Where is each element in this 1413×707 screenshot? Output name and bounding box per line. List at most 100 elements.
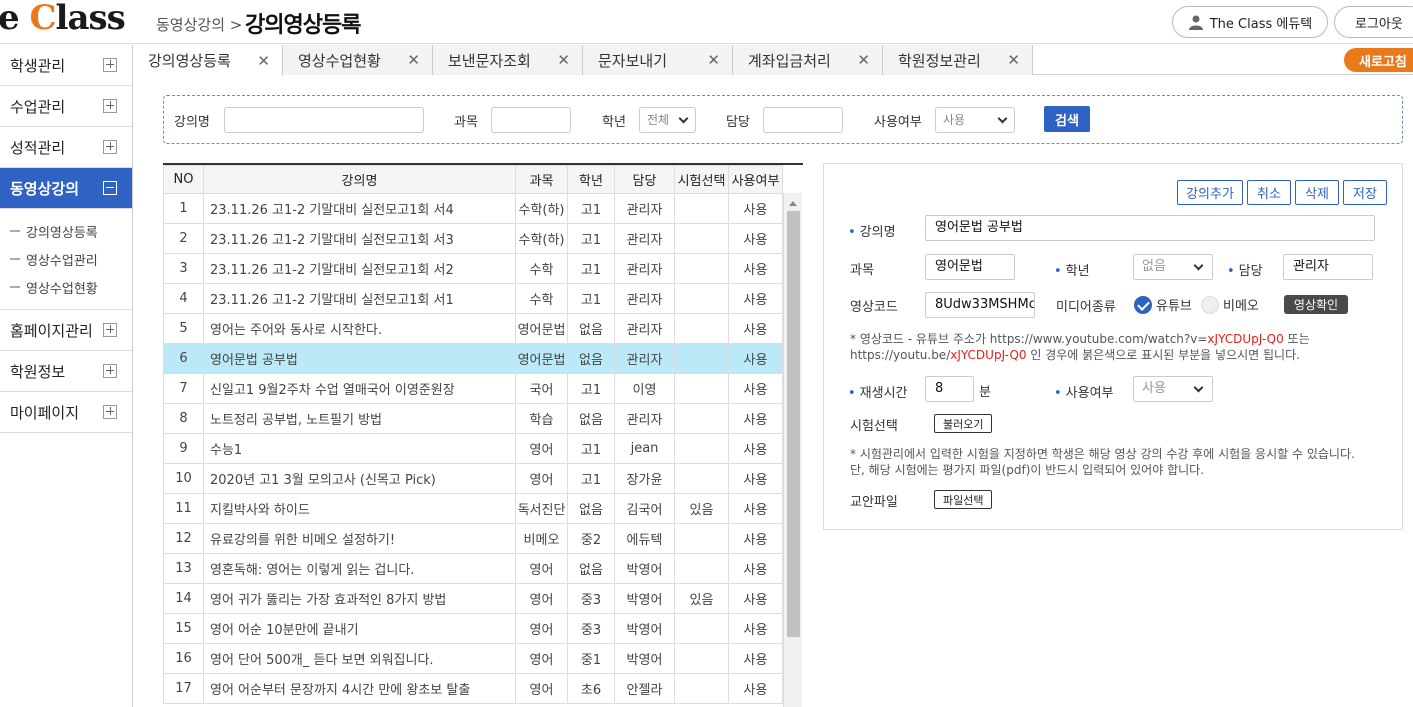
table-row[interactable]: 17 영어 어순부터 문장까지 4시간 만에 왕초보 탈출 영어 초6 안젤라 사용 <box>163 673 783 704</box>
column-header-exam[interactable]: 시험선택 <box>674 165 729 194</box>
column-header-subject[interactable]: 과목 <box>515 165 568 194</box>
sidebar-item-students[interactable]: 학생관리 <box>0 45 132 86</box>
sidebar-item-video-lectures[interactable]: 동영상강의 <box>0 168 132 209</box>
delete-button[interactable]: 삭제 <box>1295 180 1339 205</box>
expand-icon <box>103 58 117 72</box>
scrollbar-thumb[interactable] <box>787 211 800 637</box>
close-icon[interactable]: ✕ <box>257 52 270 70</box>
grade-label: • 학년 <box>1054 264 1090 279</box>
table-row[interactable]: 11 지킬박사와 하이드 독서진단 없음 김국어 있음 사용 <box>163 493 783 524</box>
sidebar-subitem-video-class-status[interactable]: 영상수업현황 <box>0 273 132 301</box>
table-row[interactable]: 13 영혼독해: 영어는 이렇게 읽는 겁니다. 영어 없음 박영어 사용 <box>163 553 783 584</box>
close-icon[interactable]: ✕ <box>557 51 570 69</box>
sidebar-subitem-lecture-register[interactable]: 강의영상등록 <box>0 217 132 245</box>
refresh-button[interactable]: 새로고침 <box>1344 48 1413 72</box>
table-row[interactable]: 3 23.11.26 고1-2 기말대비 실전모고1회 서2 수학 고1 관리자 사용 <box>163 253 783 284</box>
tab-video-class-status[interactable]: 영상수업현황 ✕ <box>283 45 433 75</box>
table-cell: 수능1 <box>203 433 516 464</box>
sidebar-subitem-video-class-manage[interactable]: 영상수업관리 <box>0 245 132 273</box>
table-cell: 사용 <box>728 223 783 254</box>
table-cell: 사용 <box>728 253 783 284</box>
sidebar-item-grades[interactable]: 성적관리 <box>0 127 132 168</box>
column-header-lecture[interactable]: 강의명 <box>203 165 516 194</box>
sidebar-item-mypage[interactable]: 마이페이지 <box>0 392 132 433</box>
breadcrumb-parent[interactable]: 동영상강의 > <box>156 14 242 35</box>
tab-deposit[interactable]: 계좌입금처리 ✕ <box>733 45 883 75</box>
subject-input[interactable]: 영어문법 <box>925 254 1015 280</box>
table-row[interactable]: 15 영어 어순 10분만에 끝내기 영어 중3 박영어 사용 <box>163 613 783 644</box>
grade-select[interactable]: 없음 <box>1133 254 1213 280</box>
table-row[interactable]: 1 23.11.26 고1-2 기말대비 실전모고1회 서4 수학(하) 고1 관리자 사… <box>163 193 783 224</box>
column-header-use[interactable]: 사용여부 <box>728 165 783 194</box>
table-row[interactable]: 4 23.11.26 고1-2 기말대비 실전모고1회 서1 수학 고1 관리자 사용 <box>163 283 783 314</box>
search-subject-label: 과목 <box>454 115 478 130</box>
search-use-select[interactable]: 사용 <box>935 107 1015 133</box>
load-exam-button[interactable]: 불러오기 <box>934 414 993 433</box>
tab-lecture-register[interactable]: 강의영상등록 ✕ <box>133 45 283 76</box>
sidebar-item-homepage[interactable]: 홈페이지관리 <box>0 310 132 351</box>
table-row[interactable]: 5 영어는 주어와 동사로 시작한다. 영어문법 없음 관리자 사용 <box>163 313 783 344</box>
table-row[interactable]: 10 2020년 고1 3월 모의고사 (신목고 Pick) 영어 고1 장가윤 사용 <box>163 463 783 494</box>
tab-sent-sms[interactable]: 보낸문자조회 ✕ <box>433 45 583 75</box>
table-row[interactable]: 6 영어문법 공부법 영어문법 없음 관리자 사용 <box>163 343 783 374</box>
search-grade-select[interactable]: 전체 <box>639 107 696 133</box>
table-row[interactable]: 2 23.11.26 고1-2 기말대비 실전모고1회 서3 수학(하) 고1 관리자 사… <box>163 223 783 254</box>
table-cell: 사용 <box>728 463 783 494</box>
column-header-no[interactable]: NO <box>163 165 204 194</box>
table-cell: 고1 <box>567 433 615 464</box>
video-check-button[interactable]: 영상확인 <box>1284 295 1348 314</box>
table-row[interactable]: 12 유료강의를 위한 비메오 설정하기! 비메오 중2 에듀텍 사용 <box>163 523 783 554</box>
table-row[interactable]: 8 노트정리 공부법, 노트필기 방법 학습 없음 관리자 사용 <box>163 403 783 434</box>
file-select-button[interactable]: 파일선택 <box>934 490 993 509</box>
media-vimeo-radio[interactable]: 비메오 <box>1201 295 1259 314</box>
tab-send-sms[interactable]: 문자보내기 ✕ <box>583 45 733 75</box>
table-cell: 중3 <box>567 583 615 614</box>
lecture-name-label: • 강의명 <box>848 225 896 240</box>
close-icon[interactable]: ✕ <box>1007 51 1020 69</box>
table-row[interactable]: 9 수능1 영어 고1 jean 사용 <box>163 433 783 464</box>
search-button[interactable]: 검색 <box>1044 106 1090 132</box>
sidebar-item-academy-info[interactable]: 학원정보 <box>0 351 132 392</box>
teacher-input[interactable]: 관리자 <box>1283 254 1373 280</box>
lecture-name-input[interactable]: 영어문법 공부법 <box>925 215 1375 241</box>
play-time-input[interactable]: 8 <box>925 376 974 402</box>
tab-academy-info[interactable]: 학원정보관리 ✕ <box>883 45 1033 75</box>
table-cell <box>674 523 729 554</box>
cancel-button[interactable]: 취소 <box>1247 180 1291 205</box>
use-label: • 사용여부 <box>1054 386 1114 401</box>
search-lecture-input[interactable] <box>224 107 424 133</box>
table-cell: 사용 <box>728 373 783 404</box>
table-cell <box>674 313 729 344</box>
expand-icon <box>103 140 117 154</box>
sidebar-item-classes[interactable]: 수업관리 <box>0 86 132 127</box>
table-cell: 23.11.26 고1-2 기말대비 실전모고1회 서2 <box>203 253 516 284</box>
media-youtube-radio[interactable]: 유튜브 <box>1134 295 1192 314</box>
table-cell: 13 <box>163 553 204 584</box>
user-account-button[interactable]: The Class 에듀텍 <box>1172 6 1328 38</box>
use-select[interactable]: 사용 <box>1133 376 1213 402</box>
logo[interactable]: e Class <box>0 0 126 38</box>
search-subject-input[interactable] <box>491 107 571 133</box>
radio-unchecked-icon <box>1201 295 1219 314</box>
column-header-teacher[interactable]: 담당 <box>614 165 675 194</box>
search-teacher-input[interactable] <box>763 107 843 133</box>
save-button[interactable]: 저장 <box>1343 180 1387 205</box>
video-code-input[interactable]: 8Udw33MSHMc <box>925 292 1035 318</box>
scroll-up-arrow-icon[interactable] <box>789 201 797 206</box>
table-cell: 없음 <box>567 493 615 524</box>
logout-button[interactable]: 로그아웃 <box>1334 6 1413 38</box>
table-cell <box>674 223 729 254</box>
lesson-file-label: 교안파일 <box>850 495 898 510</box>
table-row[interactable]: 14 영어 귀가 뚫리는 가장 효과적인 8가지 방법 영어 중3 박영어 있음 사용 <box>163 583 783 614</box>
table-cell: 영어 <box>515 463 568 494</box>
table-cell: 사용 <box>728 493 783 524</box>
close-icon[interactable]: ✕ <box>857 51 870 69</box>
table-cell: 박영어 <box>614 613 675 644</box>
column-header-grade[interactable]: 학년 <box>567 165 615 194</box>
close-icon[interactable]: ✕ <box>707 51 720 69</box>
add-lecture-button[interactable]: 강의추가 <box>1177 180 1243 205</box>
table-scrollbar[interactable] <box>783 193 802 707</box>
close-icon[interactable]: ✕ <box>407 51 420 69</box>
table-row[interactable]: 7 신일고1 9월2주차 수업 열매국어 이영준원장 국어 고1 이영 사용 <box>163 373 783 404</box>
table-row[interactable]: 16 영어 단어 500개_ 듣다 보면 외워집니다. 영어 중1 박영어 사용 <box>163 643 783 674</box>
